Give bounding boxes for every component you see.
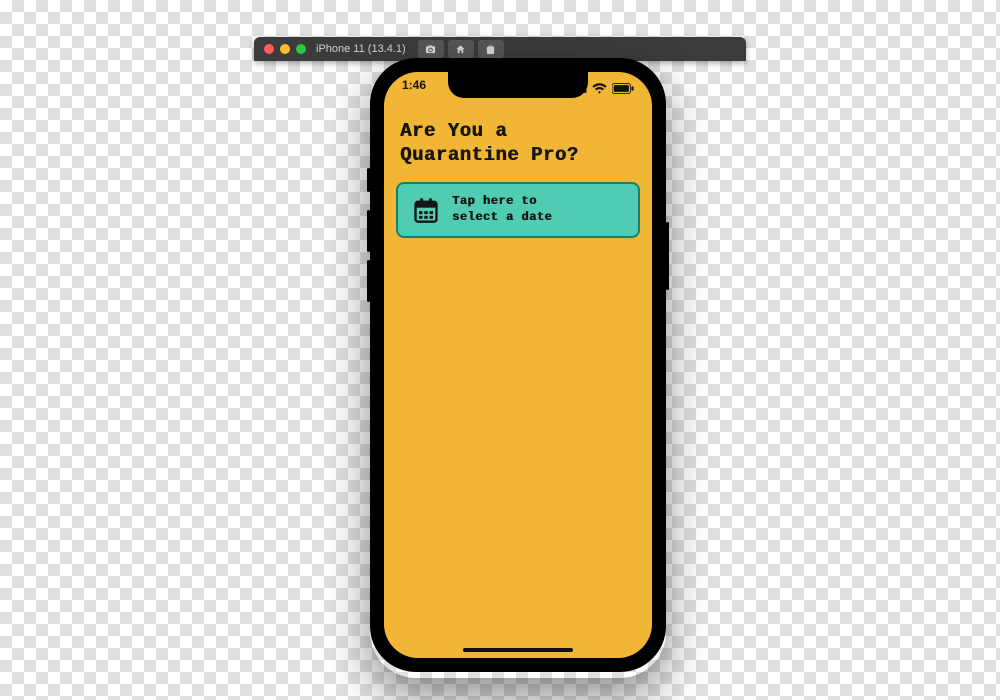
wifi-icon xyxy=(592,83,607,94)
mute-switch[interactable] xyxy=(367,168,370,192)
select-date-button[interactable]: Tap here to select a date xyxy=(396,182,640,238)
phone-frame: 1:46 Are You a Quarantine Pro? xyxy=(370,58,666,672)
close-window-button[interactable] xyxy=(264,44,274,54)
volume-down-button[interactable] xyxy=(367,260,370,302)
volume-up-button[interactable] xyxy=(367,210,370,252)
simulator-clipboard-button[interactable] xyxy=(478,40,504,58)
status-time: 1:46 xyxy=(402,78,426,98)
minimize-window-button[interactable] xyxy=(280,44,290,54)
phone-notch xyxy=(448,72,588,98)
simulator-screenshot-button[interactable] xyxy=(418,40,444,58)
power-button[interactable] xyxy=(666,222,669,290)
page-title: Are You a Quarantine Pro? xyxy=(400,120,636,168)
battery-icon xyxy=(612,83,634,94)
select-date-label: Tap here to select a date xyxy=(452,194,552,225)
calendar-icon xyxy=(412,196,440,224)
window-traffic-lights[interactable] xyxy=(264,44,306,54)
home-indicator[interactable] xyxy=(463,648,573,652)
simulator-home-button[interactable] xyxy=(448,40,474,58)
simulator-title: iPhone 11 (13.4.1) xyxy=(316,43,406,55)
clipboard-icon xyxy=(485,44,496,55)
zoom-window-button[interactable] xyxy=(296,44,306,54)
home-icon xyxy=(455,44,466,55)
camera-icon xyxy=(425,44,436,55)
phone-screen: 1:46 Are You a Quarantine Pro? xyxy=(384,72,652,658)
